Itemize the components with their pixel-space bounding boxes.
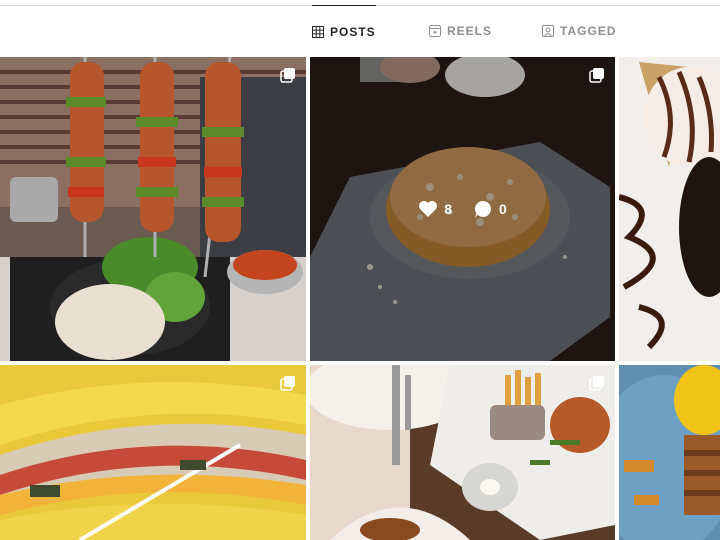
tab-reels[interactable]: REELS	[429, 5, 492, 57]
tab-reels-label: REELS	[447, 24, 493, 38]
grid-icon	[312, 25, 324, 38]
comment-icon	[475, 200, 491, 218]
post-image	[619, 365, 720, 540]
likes-stat: 8	[418, 200, 452, 218]
heart-icon	[419, 201, 438, 217]
post-hover-overlay: 8 0	[310, 57, 615, 361]
tab-tagged-label: TAGGED	[560, 24, 617, 38]
post-tile[interactable]	[0, 57, 306, 361]
post-image	[619, 57, 720, 361]
tagged-icon	[542, 25, 554, 37]
comments-stat: 0	[474, 200, 507, 219]
likes-count: 8	[444, 201, 452, 217]
post-tile[interactable]	[0, 365, 306, 540]
tab-posts[interactable]: POSTS	[312, 5, 376, 57]
posts-grid: 8 0	[0, 57, 720, 540]
tab-posts-label: POSTS	[330, 24, 376, 39]
post-tile[interactable]	[310, 365, 615, 540]
profile-tabs: POSTS REELS TAGGED	[0, 0, 720, 57]
tab-tagged[interactable]: TAGGED	[542, 5, 616, 57]
post-image	[0, 57, 306, 361]
multiple-images-icon	[280, 376, 295, 391]
post-image	[0, 365, 306, 540]
multiple-images-icon	[589, 376, 604, 391]
post-tile[interactable]: 8 0	[310, 57, 615, 361]
post-tile[interactable]	[619, 365, 720, 540]
multiple-images-icon	[589, 68, 604, 83]
reels-icon	[429, 25, 441, 37]
post-tile[interactable]	[619, 57, 720, 361]
post-image	[310, 365, 615, 540]
comments-count: 0	[499, 201, 507, 217]
multiple-images-icon	[280, 68, 295, 83]
